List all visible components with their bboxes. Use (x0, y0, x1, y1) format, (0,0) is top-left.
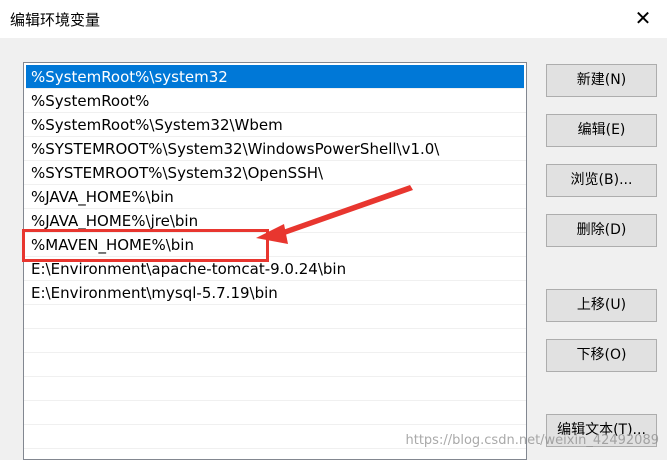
browse-button[interactable]: 浏览(B)... (546, 164, 657, 197)
delete-button[interactable]: 删除(D) (546, 214, 657, 247)
list-item[interactable]: %SystemRoot%\system32 (26, 65, 524, 89)
list-item[interactable]: %JAVA_HOME%\bin (24, 185, 526, 209)
move-down-button[interactable]: 下移(O) (546, 339, 657, 372)
edit-button[interactable]: 编辑(E) (546, 114, 657, 147)
list-item[interactable]: E:\Environment\apache-tomcat-9.0.24\bin (24, 257, 526, 281)
close-icon[interactable]: ✕ (631, 6, 655, 30)
list-item[interactable]: %SystemRoot%\System32\Wbem (24, 113, 526, 137)
empty-row (24, 329, 526, 353)
move-up-button[interactable]: 上移(U) (546, 289, 657, 322)
list-item[interactable]: %MAVEN_HOME%\bin (24, 233, 526, 257)
list-item[interactable]: %SYSTEMROOT%\System32\WindowsPowerShell\… (24, 137, 526, 161)
empty-row (24, 377, 526, 401)
path-list[interactable]: %SystemRoot%\system32 %SystemRoot% %Syst… (23, 62, 527, 460)
title-bar: 编辑环境变量 ✕ (0, 0, 667, 38)
watermark: https://blog.csdn.net/weixin_42492089 (405, 433, 659, 448)
empty-row (24, 353, 526, 377)
list-item[interactable]: %SystemRoot% (24, 89, 526, 113)
list-item[interactable]: E:\Environment\mysql-5.7.19\bin (24, 281, 526, 305)
new-button[interactable]: 新建(N) (546, 64, 657, 97)
window-title: 编辑环境变量 (10, 11, 101, 29)
list-item[interactable]: %JAVA_HOME%\jre\bin (24, 209, 526, 233)
empty-row (24, 305, 526, 329)
empty-row (24, 401, 526, 425)
list-item[interactable]: %SYSTEMROOT%\System32\OpenSSH\ (24, 161, 526, 185)
